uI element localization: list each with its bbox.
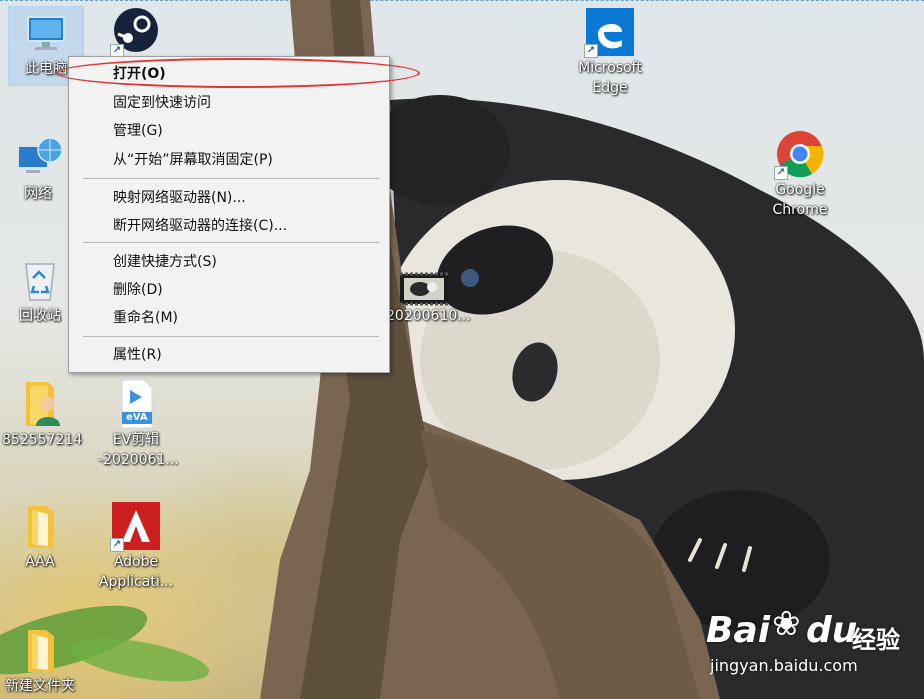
menu-item-unpin-start[interactable]: 从“开始”屏幕取消固定(P)	[71, 147, 387, 173]
highlight-ellipse	[56, 58, 420, 88]
panda-ear	[370, 95, 510, 205]
watermark-brand-du: du	[806, 610, 858, 651]
menu-item-properties[interactable]: 属性(R)	[71, 342, 387, 368]
menu-item-map-network-drive[interactable]: 映射网络驱动器(N)...	[71, 185, 387, 211]
desktop-icon-aaa-folder[interactable]: AAA	[2, 500, 78, 572]
steam-icon: ↗	[110, 6, 162, 58]
menu-item-delete[interactable]: 删除(D)	[71, 277, 387, 303]
desktop-icon-label: 852557214	[2, 432, 83, 448]
desktop-icon-user-folder[interactable]: 852557214	[2, 378, 83, 450]
edge-icon: ↗	[584, 6, 636, 58]
desktop[interactable]: 此电脑 网络 回收站 852557214 AAA 新建文件夹 ↗ eVA EV剪…	[0, 0, 924, 699]
desktop-icon-label: 网络	[24, 186, 52, 202]
menu-separator	[83, 242, 379, 243]
shortcut-arrow-icon: ↗	[584, 44, 598, 58]
computer-icon	[20, 7, 72, 59]
desktop-icon-chrome[interactable]: ↗ Google Chrome	[762, 128, 838, 220]
desktop-icon-network[interactable]: 网络	[0, 132, 76, 204]
menu-item-manage[interactable]: 管理(G)	[71, 118, 387, 144]
desktop-icon-label: Microsoft Edge	[578, 60, 642, 96]
context-menu: 打开(O) 固定到快速访问 管理(G) 从“开始”屏幕取消固定(P) 映射网络驱…	[68, 56, 390, 373]
recycle-bin-icon	[14, 254, 66, 306]
desktop-icon-adobe[interactable]: ↗ Adobe Applicati...	[98, 500, 174, 592]
panda-eye	[461, 269, 479, 287]
desktop-icon-label: AAA	[25, 554, 55, 570]
menu-item-create-shortcut[interactable]: 创建快捷方式(S)	[71, 249, 387, 275]
watermark-brand-cn: 经验	[852, 626, 900, 654]
ev-badge: eVA	[126, 412, 148, 423]
desktop-icon-label: 20200610...	[386, 308, 471, 324]
desktop-icon-video-thumbnail[interactable]: 20200610...	[386, 270, 471, 326]
menu-item-rename[interactable]: 重命名(M)	[71, 305, 387, 331]
desktop-icon-recycle-bin[interactable]: 回收站	[2, 254, 78, 326]
watermark-brand: Bai	[706, 610, 771, 651]
desktop-icon-ev-video[interactable]: eVA EV剪辑 -2020061...	[98, 378, 179, 470]
menu-item-pin-quick-access[interactable]: 固定到快速访问	[71, 90, 387, 116]
desktop-icon-new-folder[interactable]: 新建文件夹	[2, 624, 78, 696]
desktop-icon-label: Adobe Applicati...	[98, 554, 174, 590]
watermark-url: jingyan.baidu.com	[710, 656, 858, 675]
folder-icon	[14, 500, 66, 552]
desktop-icon-label: EV剪辑 -2020061...	[98, 432, 179, 468]
desktop-icon-steam[interactable]: ↗	[98, 6, 174, 58]
chrome-icon: ↗	[774, 128, 826, 180]
folder-icon	[14, 624, 66, 676]
menu-separator	[83, 178, 379, 179]
menu-separator	[83, 336, 379, 337]
paw-icon: ❀	[772, 604, 801, 644]
baidu-watermark: Bai ❀ du 经验 jingyan.baidu.com	[706, 598, 916, 682]
video-thumbnail-icon	[398, 270, 450, 306]
network-icon	[12, 132, 64, 184]
ev-video-file-icon: eVA	[110, 378, 162, 430]
menu-item-disconnect-network-drive[interactable]: 断开网络驱动器的连接(C)...	[71, 213, 387, 239]
desktop-icon-label: Google Chrome	[772, 182, 828, 218]
desktop-icon-edge[interactable]: ↗ Microsoft Edge	[572, 6, 648, 98]
user-folder-icon	[14, 378, 66, 430]
shortcut-arrow-icon: ↗	[774, 166, 788, 180]
desktop-icon-label: 回收站	[19, 308, 61, 324]
desktop-icon-label: 新建文件夹	[5, 678, 75, 694]
shortcut-arrow-icon: ↗	[110, 538, 124, 552]
adobe-icon: ↗	[110, 500, 162, 552]
